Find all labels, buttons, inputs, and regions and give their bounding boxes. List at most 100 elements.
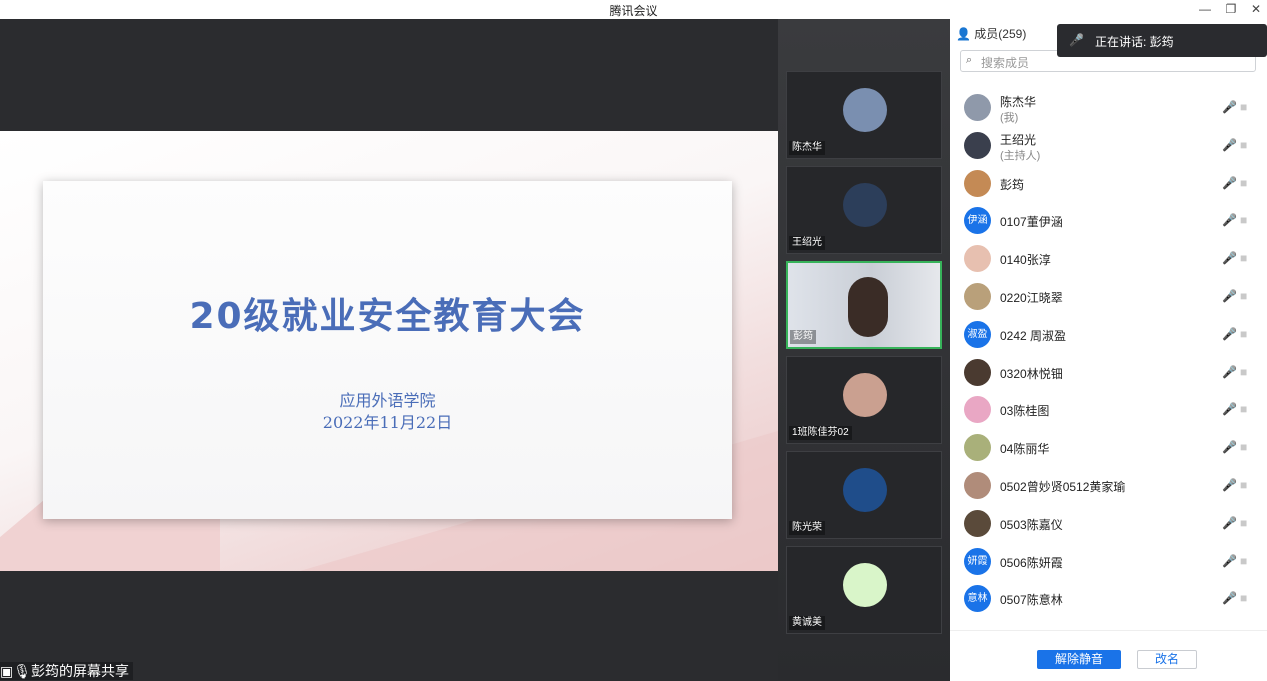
member-avatar [964,169,991,197]
member-row[interactable]: 淑盈 0242 周淑盈 🎤 ■ [950,316,1267,354]
member-name: 0242 周淑盈 [1000,328,1067,343]
member-avatar [964,94,991,121]
mic-muted-icon[interactable]: 🎤 [1222,176,1237,190]
avatar [843,88,887,132]
video-tile[interactable]: 王绍光 [786,166,942,254]
camera-off-icon[interactable]: ■ [1240,213,1247,227]
member-name: 03陈桂图 [1000,404,1050,419]
member-avatar [964,283,991,310]
video-tile-active[interactable]: 彭筠 [786,261,942,349]
member-row[interactable]: 伊涵 0107董伊涵 🎤 ■ [950,202,1267,240]
camera-off-icon[interactable]: ■ [1240,251,1247,265]
member-name: 0220江晓翠 [1000,291,1063,305]
mic-icon: 🎙 [13,663,32,679]
mic-muted-icon[interactable]: 🎤 [1222,251,1237,265]
panel-footer: 解除静音 改名 [950,630,1267,681]
member-avatar [964,245,991,273]
member-avatar: 伊涵 [964,207,991,235]
video-tile[interactable]: 黄诚美 [786,546,942,634]
member-row[interactable]: 03陈桂图 🎤 ■ [950,391,1267,429]
member-name: 04陈丽华 [1000,442,1050,457]
share-label-text: 彭筠的屏幕共享 [31,663,130,679]
slide-card: 20级就业安全教育大会 应用外语学院 2022年11月22日 [43,181,732,519]
tile-name: 彭筠 [790,330,816,344]
camera-off-icon[interactable]: ■ [1240,138,1247,152]
member-avatar [964,434,991,462]
members-count: 成员(259) [974,27,1027,41]
mic-muted-icon[interactable]: 🎤 [1222,100,1237,114]
member-row[interactable]: 04陈丽华 🎤 ■ [950,429,1267,467]
title-bar: 腾讯会议 — ❐ ✕ [0,0,1267,20]
mic-muted-icon[interactable]: 🎤 [1222,138,1237,152]
person-icon: 👤 [956,27,971,41]
member-row[interactable]: 0140张淳 🎤 ■ [950,240,1267,278]
member-name: 0320林悦钿 [1000,366,1063,381]
member-name: 陈杰华 [1000,95,1037,109]
member-row[interactable]: 0502曾妙贤0512黄家瑜 🎤 ■ [950,467,1267,505]
camera-off-icon[interactable]: ■ [1240,554,1247,568]
video-tile[interactable]: 陈杰华 [786,71,942,159]
mic-muted-icon[interactable]: 🎤 [1222,365,1237,379]
member-row[interactable]: 彭筠 🎤 ■ [950,165,1267,203]
member-row[interactable]: 意林 0507陈意林 🎤 ■ [950,580,1267,618]
mic-muted-icon[interactable]: 🎤 [1222,213,1237,227]
member-row[interactable]: 陈杰华 (我) 🎤 ■ [950,89,1267,127]
video-tile[interactable]: 陈光荣 [786,451,942,539]
camera-off-icon[interactable]: ■ [1240,516,1247,530]
camera-off-icon[interactable]: ■ [1240,176,1247,190]
member-avatar [964,472,991,499]
member-row[interactable]: 王绍光 (主持人) 🎤 ■ [950,127,1267,165]
camera-off-icon[interactable]: ■ [1240,327,1247,341]
member-name: 0507陈意林 [1000,593,1063,608]
member-avatar [964,358,991,386]
member-row[interactable]: 妍霞 0506陈妍霞 🎤 ■ [950,543,1267,581]
slide-date: 2022年11月22日 [322,413,453,432]
camera-off-icon[interactable]: ■ [1240,478,1247,492]
mic-muted-icon[interactable]: 🎤 [1222,440,1237,454]
member-name: 0140张淳 [1000,253,1051,268]
member-avatar [964,131,991,159]
mic-muted-icon[interactable]: 🎤 [1222,516,1237,530]
mic-muted-icon[interactable]: 🎤 [1222,554,1237,568]
member-avatar [964,396,991,424]
mic-muted-icon[interactable]: 🎤 [1222,478,1237,492]
video-strip: 陈杰华 王绍光 彭筠 1班陈佳芬02 陈光荣 黄诚美 [778,19,950,680]
avatar [843,468,887,512]
member-avatar [964,509,991,537]
camera-off-icon[interactable]: ■ [1240,289,1247,303]
speaker-face [848,277,888,337]
minimize-button[interactable]: — [1193,0,1217,19]
member-name: 0506陈妍霞 [1000,555,1063,570]
mic-muted-icon[interactable]: 🎤 [1222,402,1237,416]
member-row[interactable]: 0503陈嘉仪 🎤 ■ [950,505,1267,543]
share-label: ▣🎙彭筠的屏幕共享 [0,662,134,680]
camera-off-icon[interactable]: ■ [1240,402,1247,416]
rename-button[interactable]: 改名 [1137,650,1197,669]
member-row[interactable]: 0320林悦钿 🎤 ■ [950,354,1267,392]
member-name: 0107董伊涵 [1000,215,1063,230]
restore-button[interactable]: ❐ [1219,0,1243,19]
search-placeholder: 搜索成员 [981,56,1030,70]
avatar [843,373,887,417]
member-avatar: 意林 [964,585,991,613]
camera-off-icon[interactable]: ■ [1240,440,1247,454]
tile-name: 陈杰华 [789,141,825,155]
member-row[interactable]: 0220江晓翠 🎤 ■ [950,278,1267,316]
unmute-all-button[interactable]: 解除静音 [1037,650,1121,669]
camera-off-icon[interactable]: ■ [1240,100,1247,114]
screen-icon: ▣ [0,663,14,679]
member-name: 彭筠 [1000,177,1025,192]
member-avatar: 妍霞 [964,547,991,575]
avatar [843,563,887,607]
close-button[interactable]: ✕ [1244,0,1267,19]
mic-muted-icon: 🎤 [1069,33,1084,47]
mic-muted-icon[interactable]: 🎤 [1222,289,1237,303]
mic-muted-icon[interactable]: 🎤 [1222,327,1237,341]
mic-muted-icon[interactable]: 🎤 [1222,591,1237,605]
camera-off-icon[interactable]: ■ [1240,591,1247,605]
slide-title: 20级就业安全教育大会 [189,296,586,337]
video-tile[interactable]: 1班陈佳芬02 [786,356,942,444]
camera-off-icon[interactable]: ■ [1240,365,1247,379]
tile-name: 王绍光 [789,236,825,250]
members-header: 👤 成员(259) [956,25,1026,42]
